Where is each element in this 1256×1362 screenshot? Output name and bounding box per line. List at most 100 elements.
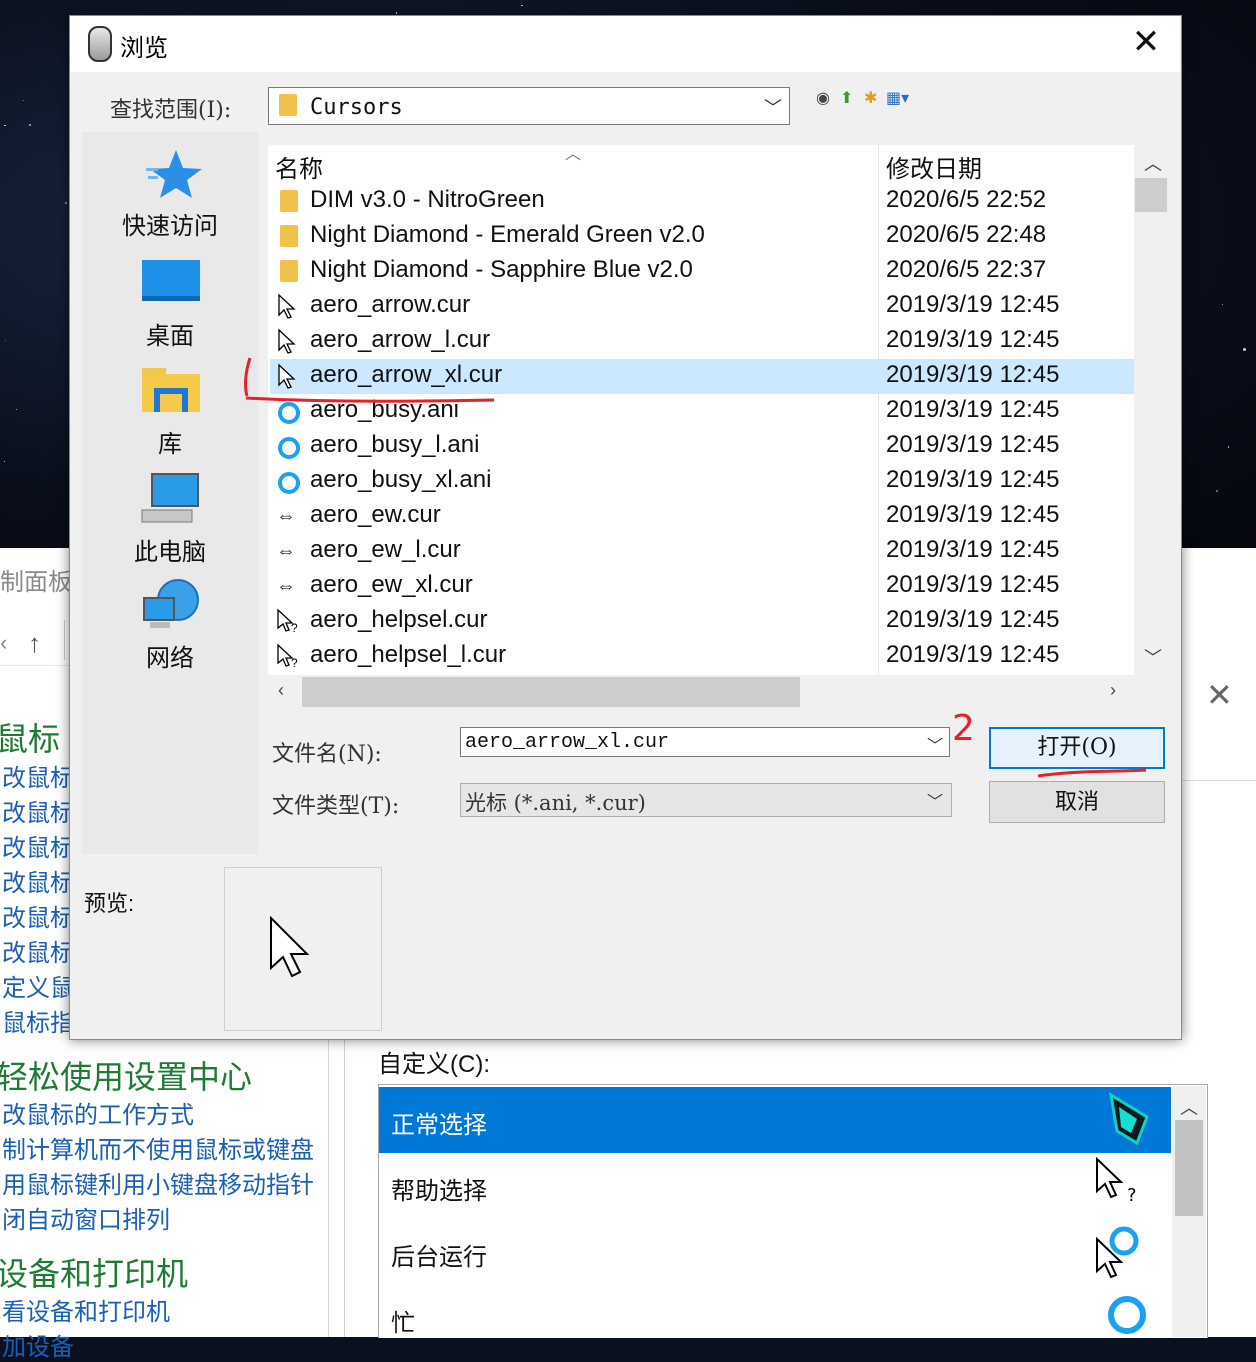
svg-text:?: ? bbox=[291, 621, 298, 634]
close-icon: ✕ bbox=[1131, 23, 1161, 61]
link-mouse-6[interactable]: 改鼠标 bbox=[2, 933, 74, 968]
file-date: 2019/3/19 12:45 bbox=[886, 431, 1060, 458]
place-this-pc[interactable]: 此电脑 bbox=[82, 472, 258, 566]
link-mouse-8[interactable]: 鼠标指 bbox=[2, 1003, 74, 1038]
busy-ring-icon bbox=[278, 472, 300, 494]
folder-icon bbox=[280, 260, 298, 282]
column-header-date[interactable]: 修改日期 bbox=[886, 149, 982, 184]
look-in-label: 查找范围(I): bbox=[110, 98, 232, 123]
preview-label: 预览: bbox=[84, 891, 135, 916]
mouse-properties-close-icon[interactable]: ✕ bbox=[1206, 676, 1233, 714]
link-ease-2[interactable]: 制计算机而不使用鼠标或键盘 bbox=[2, 1130, 314, 1165]
star bbox=[22, 100, 24, 102]
link-mouse-5[interactable]: 改鼠标 bbox=[2, 898, 74, 933]
file-row[interactable]: ⇔ aero_ew_xl.cur 2019/3/19 12:45 bbox=[270, 569, 1134, 604]
scheme-item-busy[interactable]: 忙 bbox=[379, 1285, 1171, 1351]
place-network[interactable]: 网络 bbox=[82, 578, 258, 672]
file-row[interactable]: aero_busy.ani 2019/3/19 12:45 bbox=[270, 394, 1134, 429]
link-mouse-4[interactable]: 改鼠标 bbox=[2, 863, 74, 898]
chevron-down-icon[interactable]: ﹀ bbox=[927, 732, 943, 756]
cancel-button[interactable]: 取消 bbox=[989, 781, 1165, 823]
star bbox=[1215, 489, 1219, 492]
network-globe-icon bbox=[143, 579, 199, 628]
open-button[interactable]: 打开(O) bbox=[989, 727, 1165, 769]
link-mouse-3[interactable]: 改鼠标 bbox=[2, 828, 74, 863]
scroll-left-icon[interactable]: ‹ bbox=[278, 680, 284, 701]
file-row[interactable]: DIM v3.0 - NitroGreen 2020/6/5 22:52 bbox=[270, 184, 1134, 219]
file-row[interactable]: Night Diamond - Emerald Green v2.0 2020/6… bbox=[270, 219, 1134, 254]
file-date: 2019/3/19 12:45 bbox=[886, 641, 1060, 668]
place-quick-access[interactable]: 快速访问 bbox=[82, 148, 258, 244]
column-header-name[interactable]: 名称 bbox=[275, 149, 323, 184]
scheme-list-scroll-thumb[interactable] bbox=[1175, 1120, 1203, 1216]
up-arrow-icon[interactable]: ↑ bbox=[28, 628, 41, 659]
filetype-value: 光标 (*.ani, *.cur) bbox=[465, 791, 646, 815]
place-label: 此电脑 bbox=[134, 539, 206, 566]
svg-text:?: ? bbox=[1127, 1185, 1137, 1205]
vertical-scroll-thumb[interactable] bbox=[1135, 178, 1167, 212]
file-name: DIM v3.0 - NitroGreen bbox=[310, 186, 545, 213]
file-row[interactable]: ⇔ aero_ew.cur 2019/3/19 12:45 bbox=[270, 499, 1134, 534]
link-ease-3[interactable]: 用鼠标键利用小键盘移动指针 bbox=[2, 1165, 314, 1200]
scheme-item-label: 正常选择 bbox=[391, 1112, 487, 1139]
place-library[interactable]: 库 bbox=[82, 366, 258, 458]
arrow-cursor-icon bbox=[276, 363, 298, 389]
filename-input[interactable]: aero_arrow_xl.cur bbox=[460, 727, 950, 757]
pointer-scheme-list[interactable]: 正常选择 帮助选择 ? 后台运行 忙 bbox=[378, 1084, 1208, 1338]
place-label: 桌面 bbox=[146, 323, 194, 350]
link-devices-2[interactable]: 加设备 bbox=[2, 1327, 74, 1362]
file-row[interactable]: aero_busy_xl.ani 2019/3/19 12:45 bbox=[270, 464, 1134, 499]
chevron-down-icon[interactable]: ﹀ bbox=[927, 788, 943, 812]
file-list-vertical-scrollbar[interactable] bbox=[1134, 145, 1168, 675]
new-folder-icon[interactable]: ✱ bbox=[864, 88, 877, 108]
link-mouse-1[interactable]: 改鼠标 bbox=[2, 758, 74, 793]
scroll-right-icon[interactable]: › bbox=[1110, 680, 1116, 701]
link-mouse-2[interactable]: 改鼠标 bbox=[2, 793, 74, 828]
help-select-cursor-icon: ? bbox=[276, 643, 298, 670]
link-devices-1[interactable]: 看设备和打印机 bbox=[2, 1292, 170, 1327]
file-date: 2019/3/19 12:45 bbox=[886, 361, 1060, 388]
file-name: Night Diamond - Sapphire Blue v2.0 bbox=[310, 256, 693, 283]
scroll-up-icon[interactable]: ︿ bbox=[1180, 1094, 1198, 1120]
file-row[interactable]: ? aero_helpsel.cur 2019/3/19 12:45 bbox=[270, 604, 1134, 639]
library-folder-icon bbox=[142, 368, 200, 412]
up-folder-icon[interactable]: ⬆ bbox=[840, 88, 853, 108]
view-menu-icon[interactable]: ▦▾ bbox=[886, 88, 909, 108]
link-ease-1[interactable]: 改鼠标的工作方式 bbox=[2, 1095, 194, 1130]
place-desktop[interactable]: 桌面 bbox=[82, 258, 258, 350]
scroll-up-icon[interactable]: ︿ bbox=[1144, 150, 1162, 176]
filename-label: 文件名(N): bbox=[272, 742, 382, 767]
place-label: 快速访问 bbox=[122, 213, 218, 240]
file-row[interactable]: ? aero_helpsel_l.cur 2019/3/19 12:45 bbox=[270, 639, 1134, 674]
file-row[interactable]: aero_busy_l.ani 2019/3/19 12:45 bbox=[270, 429, 1134, 464]
scheme-item-label: 忙 bbox=[391, 1310, 415, 1337]
file-row[interactable]: aero_arrow_xl.cur 2019/3/19 12:45 bbox=[270, 359, 1134, 394]
link-ease-4[interactable]: 闭自动窗口排列 bbox=[2, 1200, 170, 1235]
scheme-item-help[interactable]: 帮助选择 ? bbox=[379, 1153, 1171, 1219]
scroll-down-icon[interactable]: ﹀ bbox=[1144, 644, 1162, 670]
scheme-item-normal[interactable]: 正常选择 bbox=[379, 1087, 1171, 1153]
folder-icon bbox=[279, 94, 297, 116]
busy-cursor-icon bbox=[1108, 1296, 1146, 1334]
back-nav-icon[interactable]: ◉ bbox=[816, 88, 830, 108]
file-row[interactable]: Night Diamond - Sapphire Blue v2.0 2020/6… bbox=[270, 254, 1134, 289]
back-chevron-icon[interactable]: ‹ bbox=[0, 630, 7, 656]
dialog-title: 浏览 bbox=[120, 35, 168, 62]
arrow-cursor-icon bbox=[276, 293, 298, 319]
horizontal-resize-icon: ⇔ bbox=[276, 575, 296, 597]
file-date: 2019/3/19 12:45 bbox=[886, 396, 1060, 423]
folder-icon bbox=[280, 190, 298, 212]
link-mouse-7[interactable]: 定义鼠 bbox=[2, 968, 74, 1003]
file-name: aero_ew.cur bbox=[310, 501, 441, 528]
file-row[interactable]: aero_arrow_l.cur 2019/3/19 12:45 bbox=[270, 324, 1134, 359]
file-row[interactable]: ⇔ aero_ew_l.cur 2019/3/19 12:45 bbox=[270, 534, 1134, 569]
scheme-item-label: 帮助选择 bbox=[391, 1178, 487, 1205]
close-button[interactable]: ✕ bbox=[1124, 22, 1168, 66]
scheme-item-working[interactable]: 后台运行 bbox=[379, 1219, 1171, 1285]
file-row[interactable]: aero_arrow.cur 2019/3/19 12:45 bbox=[270, 289, 1134, 324]
horizontal-scroll-thumb[interactable] bbox=[302, 677, 800, 707]
heading-ease-of-access: 轻松使用设置中心 bbox=[0, 1059, 253, 1095]
file-name: aero_arrow_xl.cur bbox=[310, 361, 503, 388]
file-date: 2020/6/5 22:37 bbox=[886, 256, 1047, 283]
chevron-down-icon[interactable]: ﹀ bbox=[764, 94, 782, 120]
